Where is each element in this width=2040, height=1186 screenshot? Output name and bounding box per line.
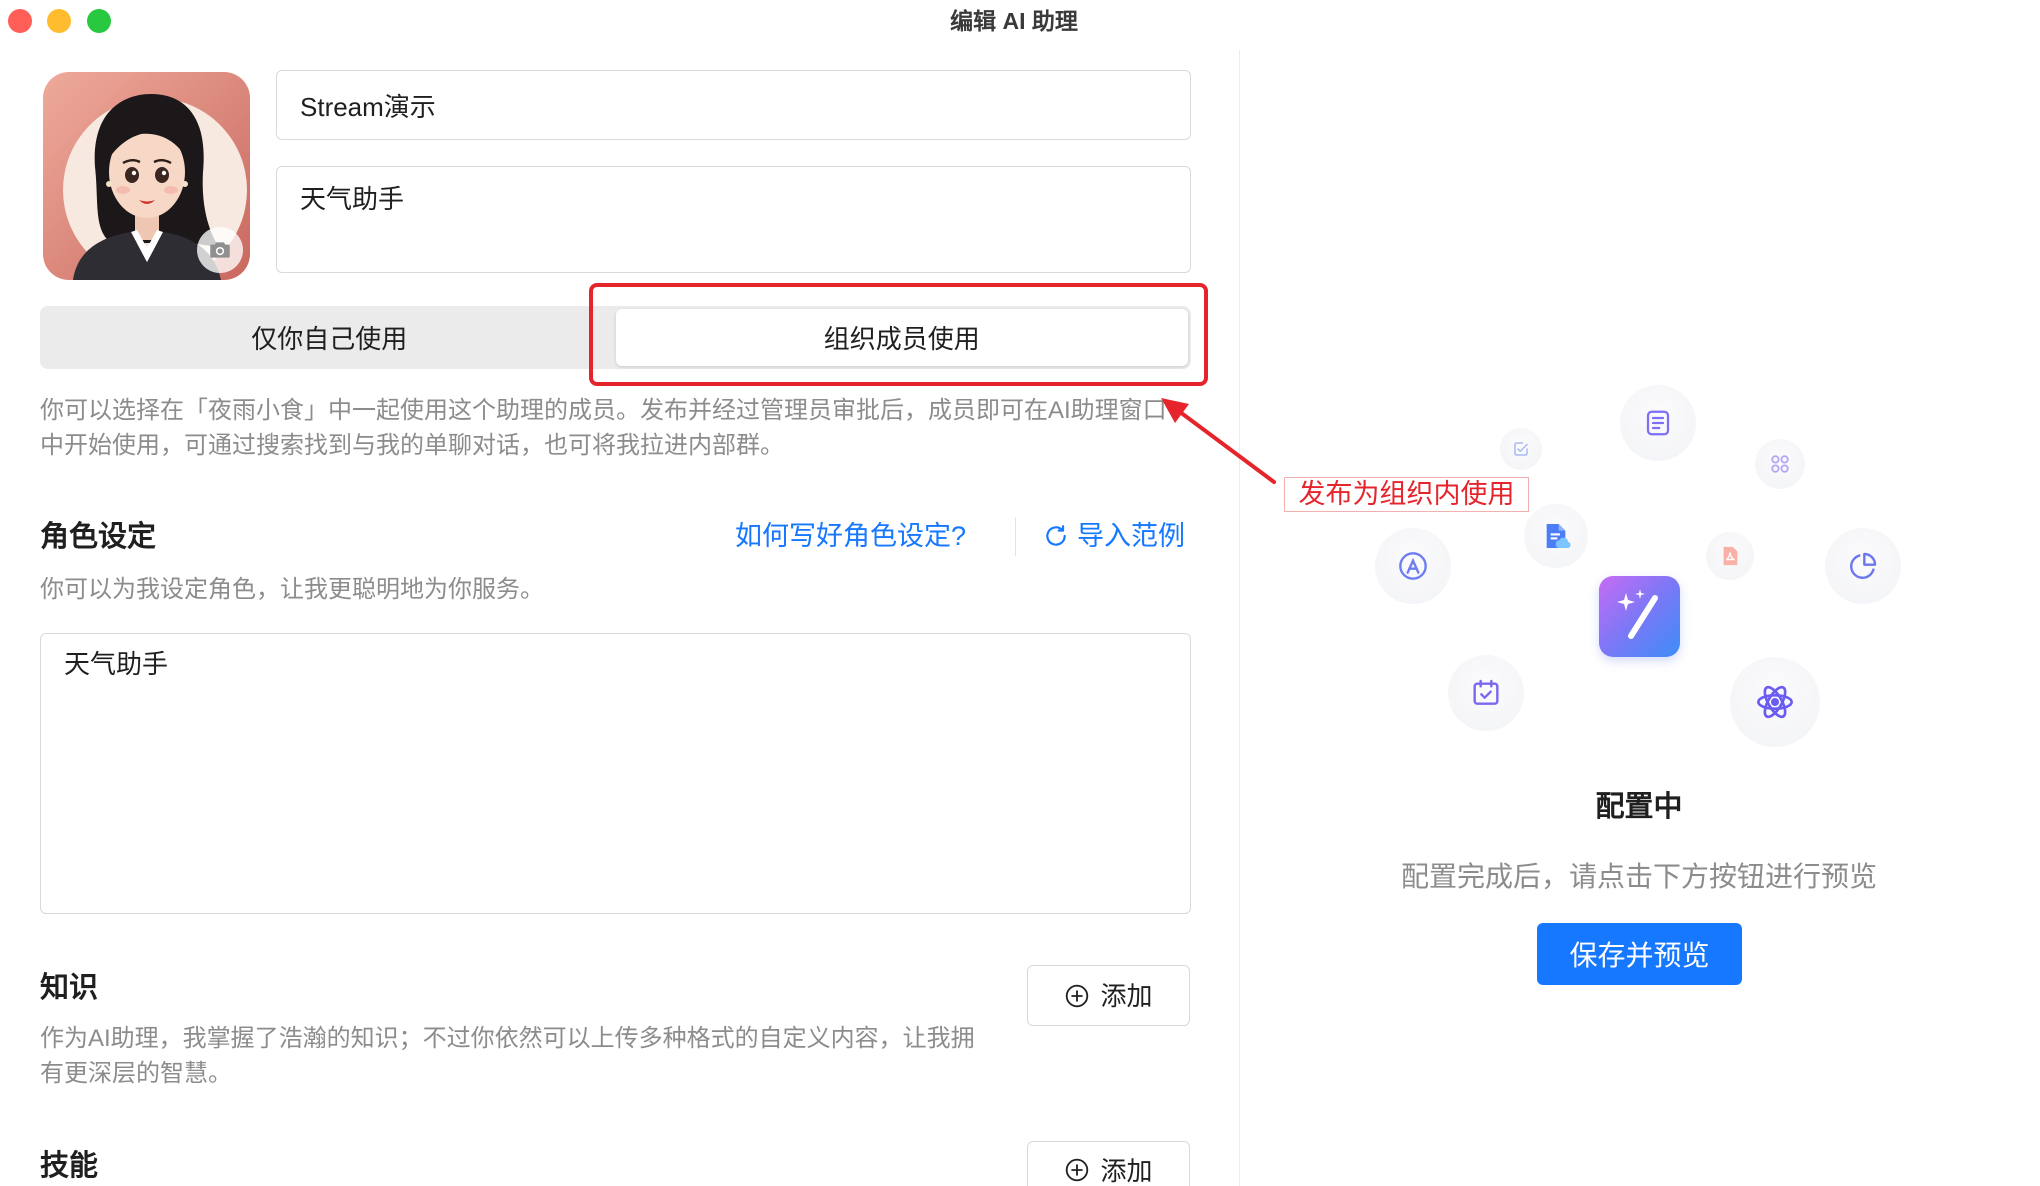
document-bubble	[1620, 385, 1696, 461]
config-status-title: 配置中	[1595, 791, 1683, 823]
visibility-option-self[interactable]: 仅你自己使用	[43, 309, 616, 366]
app-store-bubble	[1375, 528, 1451, 604]
checkbox-bubble	[1500, 428, 1542, 470]
add-skill-button[interactable]: 添加	[1027, 1141, 1190, 1186]
app-store-icon	[1399, 552, 1427, 580]
plus-circle-icon	[1066, 1158, 1089, 1182]
visibility-option-org-members[interactable]: 组织成员使用	[615, 309, 1188, 366]
visibility-segmented-control: 仅你自己使用 组织成员使用	[40, 306, 1191, 369]
grid-bubble	[1755, 439, 1805, 489]
role-heading: 角色设定	[40, 521, 157, 553]
assistant-name-input[interactable]	[276, 70, 1191, 140]
visibility-option-org-members-label: 组织成员使用	[823, 324, 980, 354]
add-knowledge-label: 添加	[1100, 980, 1153, 1011]
visibility-hint: 你可以选择在「夜雨小食」中一起使用这个助理的成员。发布并经过管理员审批后，成员即…	[40, 397, 1167, 459]
knowledge-heading: 知识	[40, 972, 99, 1004]
knowledge-description: 作为AI助理，我掌握了浩瀚的知识；不过你依然可以上传多种格式的自定义内容，让我拥…	[40, 1025, 975, 1087]
ai-assistant-logo	[1599, 576, 1680, 657]
cloud-document-icon	[1546, 524, 1571, 548]
assistant-description-textarea[interactable]: 天气助手	[276, 166, 1191, 273]
pdf-icon	[1723, 546, 1738, 566]
save-and-preview-button[interactable]: 保存并预览	[1537, 923, 1742, 985]
grid-icon	[1771, 455, 1789, 473]
config-status-hint: 配置完成后，请点击下方按钮进行预览	[1400, 861, 1877, 892]
config-panel: 天气助手 仅你自己使用 组织成员使用 你可以选择在「夜雨小食」中一起使用这个助理…	[0, 0, 1239, 1186]
save-and-preview-label: 保存并预览	[1569, 940, 1710, 971]
calendar-bubble	[1448, 655, 1524, 731]
camera-icon	[210, 242, 230, 258]
skills-heading: 技能	[40, 1150, 99, 1182]
add-skill-label: 添加	[1100, 1156, 1153, 1186]
change-avatar-button[interactable]	[197, 227, 243, 273]
refresh-icon	[1046, 525, 1066, 546]
cloud-document-bubble	[1524, 504, 1588, 568]
atom-icon	[1757, 685, 1793, 719]
checkbox-icon	[1514, 442, 1528, 456]
import-example-button[interactable]: 导入范例	[1043, 518, 1185, 554]
add-knowledge-button[interactable]: 添加	[1027, 965, 1190, 1026]
role-help-link[interactable]: 如何写好角色设定?	[735, 518, 966, 554]
atom-bubble	[1730, 657, 1820, 747]
magic-wand-icon	[1617, 589, 1658, 639]
role-actions-divider	[1015, 517, 1016, 556]
plus-circle-icon	[1066, 984, 1089, 1007]
document-icon	[1646, 410, 1670, 436]
calendar-check-icon	[1473, 679, 1499, 705]
pie-chart-icon	[1850, 552, 1877, 579]
import-example-label: 导入范例	[1077, 521, 1185, 551]
preview-panel: 配置中 配置完成后，请点击下方按钮进行预览 保存并预览	[1240, 0, 2040, 1186]
role-setting-textarea[interactable]: 天气助手	[40, 633, 1191, 914]
pie-chart-bubble	[1825, 528, 1901, 604]
annotation-label: 发布为组织内使用	[1284, 477, 1529, 512]
role-subtitle: 你可以为我设定角色，让我更聪明地为你服务。	[40, 576, 544, 603]
visibility-option-self-label: 仅你自己使用	[251, 324, 408, 354]
pdf-bubble	[1706, 532, 1754, 580]
